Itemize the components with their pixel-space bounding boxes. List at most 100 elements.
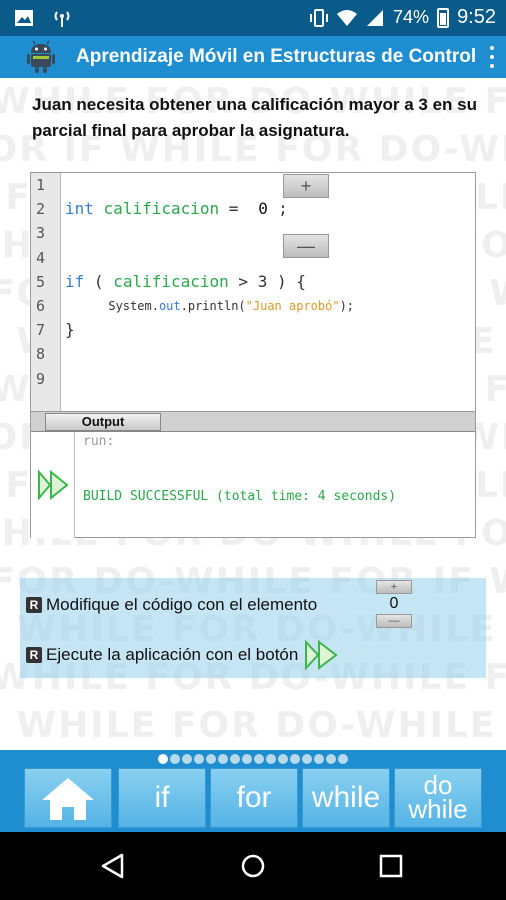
out-field: out	[158, 298, 181, 313]
page-indicator	[0, 754, 506, 764]
page-dot[interactable]	[194, 754, 204, 764]
page-dot[interactable]	[218, 754, 228, 764]
line-number: 6	[36, 296, 46, 315]
watermark-line: IF WHILE FOR DO-WHILE FOR	[0, 705, 506, 746]
line-number: 4	[36, 248, 46, 267]
r-badge-icon: R	[26, 597, 42, 613]
semicolon: ;	[278, 199, 288, 219]
increment-button[interactable]: +	[283, 174, 329, 198]
example-increment-button: +	[376, 580, 412, 594]
close-brace: }	[65, 320, 75, 340]
console-build-text: BUILD SUCCESSFUL (total time: 4 seconds)	[83, 489, 397, 504]
page-dot[interactable]	[254, 754, 264, 764]
page-dot[interactable]	[242, 754, 252, 764]
code-line-2: int calificacion = 0;	[65, 197, 471, 221]
line-number-gutter: 1 2 3 4 5 6 7 8 9	[31, 173, 61, 411]
tab-for[interactable]: for	[210, 768, 298, 828]
example-stepper-value: 0	[389, 595, 399, 612]
line-number: 2	[36, 200, 46, 219]
page-dot[interactable]	[206, 754, 216, 764]
line-number: 7	[36, 321, 46, 340]
page-dot[interactable]	[158, 754, 168, 764]
page-dot[interactable]	[230, 754, 240, 764]
signal-icon	[367, 9, 384, 26]
line-number: 8	[36, 345, 46, 364]
page-dot[interactable]	[170, 754, 180, 764]
code-line-7: }	[65, 318, 471, 342]
code-area: int calificacion = 0; if ( calificacion …	[65, 173, 471, 411]
page-dot[interactable]	[266, 754, 276, 764]
code-editor: 1 2 3 4 5 6 7 8 9 int calificacion = 0; if ( cal…	[30, 172, 476, 412]
output-tab[interactable]: Output	[45, 413, 161, 431]
output-panel: Output run: BUILD SUCCESSFUL (total time…	[30, 412, 476, 538]
clock: 9:52	[457, 6, 496, 28]
calificacion-value: 0	[258, 199, 268, 219]
home-icon	[42, 778, 94, 820]
page-dot[interactable]	[182, 754, 192, 764]
vibrate-icon	[310, 8, 329, 27]
back-icon[interactable]	[100, 853, 126, 879]
code-line-6: System.out.println("Juan aprobó");	[65, 294, 471, 318]
page-dot[interactable]	[326, 754, 336, 764]
output-bar: Output	[31, 412, 475, 432]
app-bar: Aprendizaje Móvil en Estructuras de Cont…	[0, 36, 506, 78]
tab-do-while-bottom: while	[408, 794, 468, 824]
line-number: 1	[36, 176, 46, 194]
int-keyword: int	[65, 199, 94, 219]
wifi-icon	[337, 9, 358, 26]
hotspot-icon	[54, 11, 70, 27]
comparison-operator: >	[238, 271, 249, 291]
home-circle-icon[interactable]	[240, 853, 266, 879]
example-run-icon	[305, 640, 338, 670]
app-title: Aprendizaje Móvil en Estructuras de Cont…	[76, 46, 477, 67]
call-suffix: );	[339, 298, 355, 313]
home-button[interactable]	[24, 768, 112, 828]
instruction-run: R Ejecute la aplicación con el botón	[26, 640, 338, 670]
exercise-prompt: Juan necesita obtener una calificación m…	[32, 95, 477, 140]
line-number: 3	[36, 224, 46, 243]
assign-operator: =	[228, 199, 239, 219]
output-gutter	[31, 432, 75, 538]
page-dot[interactable]	[302, 754, 312, 764]
page-dot[interactable]	[314, 754, 324, 764]
close-paren-brace: ) {	[276, 271, 306, 291]
bottom-navigation: if for while do while	[0, 750, 506, 832]
calificacion-variable: calificacion	[103, 199, 220, 219]
decrement-button[interactable]: —	[283, 234, 329, 258]
line-number: 9	[36, 369, 46, 388]
instruction-modify-text: Modifique el código con el elemento	[46, 595, 318, 614]
tab-do-while[interactable]: do while	[394, 768, 482, 828]
comparison-number: 3	[257, 271, 268, 291]
r-badge-icon: R	[26, 647, 42, 663]
if-keyword: if	[65, 271, 85, 291]
instruction-modify: R Modifique el código con el elemento	[26, 595, 317, 615]
condition-variable: calificacion	[113, 271, 229, 291]
status-bar: 74% 9:52	[0, 0, 506, 36]
page-dot[interactable]	[290, 754, 300, 764]
instruction-run-text: Ejecute la aplicación con el botón	[46, 645, 299, 664]
console-output: run: BUILD SUCCESSFUL (total time: 4 sec…	[83, 434, 465, 506]
system-prefix: System.	[108, 298, 159, 313]
recents-icon[interactable]	[378, 853, 404, 879]
console-run-text: run:	[83, 434, 115, 449]
battery-percent: 74%	[393, 7, 430, 27]
line-number: 5	[36, 272, 46, 291]
instructions-panel: R Modifique el código con el elemento + …	[20, 578, 486, 678]
println-call: .println(	[180, 298, 246, 313]
overflow-menu-icon[interactable]	[488, 46, 496, 68]
image-notification-icon	[15, 10, 33, 26]
run-button[interactable]	[37, 470, 69, 500]
android-logo-icon	[27, 40, 55, 73]
code-line-5: if ( calificacion > 3 ) {	[65, 270, 471, 294]
page-dot[interactable]	[338, 754, 348, 764]
tab-while[interactable]: while	[302, 768, 390, 828]
system-navigation-bar	[0, 832, 506, 900]
tab-if[interactable]: if	[118, 768, 206, 828]
page-dot[interactable]	[278, 754, 288, 764]
example-stepper: + 0 —	[376, 580, 412, 628]
